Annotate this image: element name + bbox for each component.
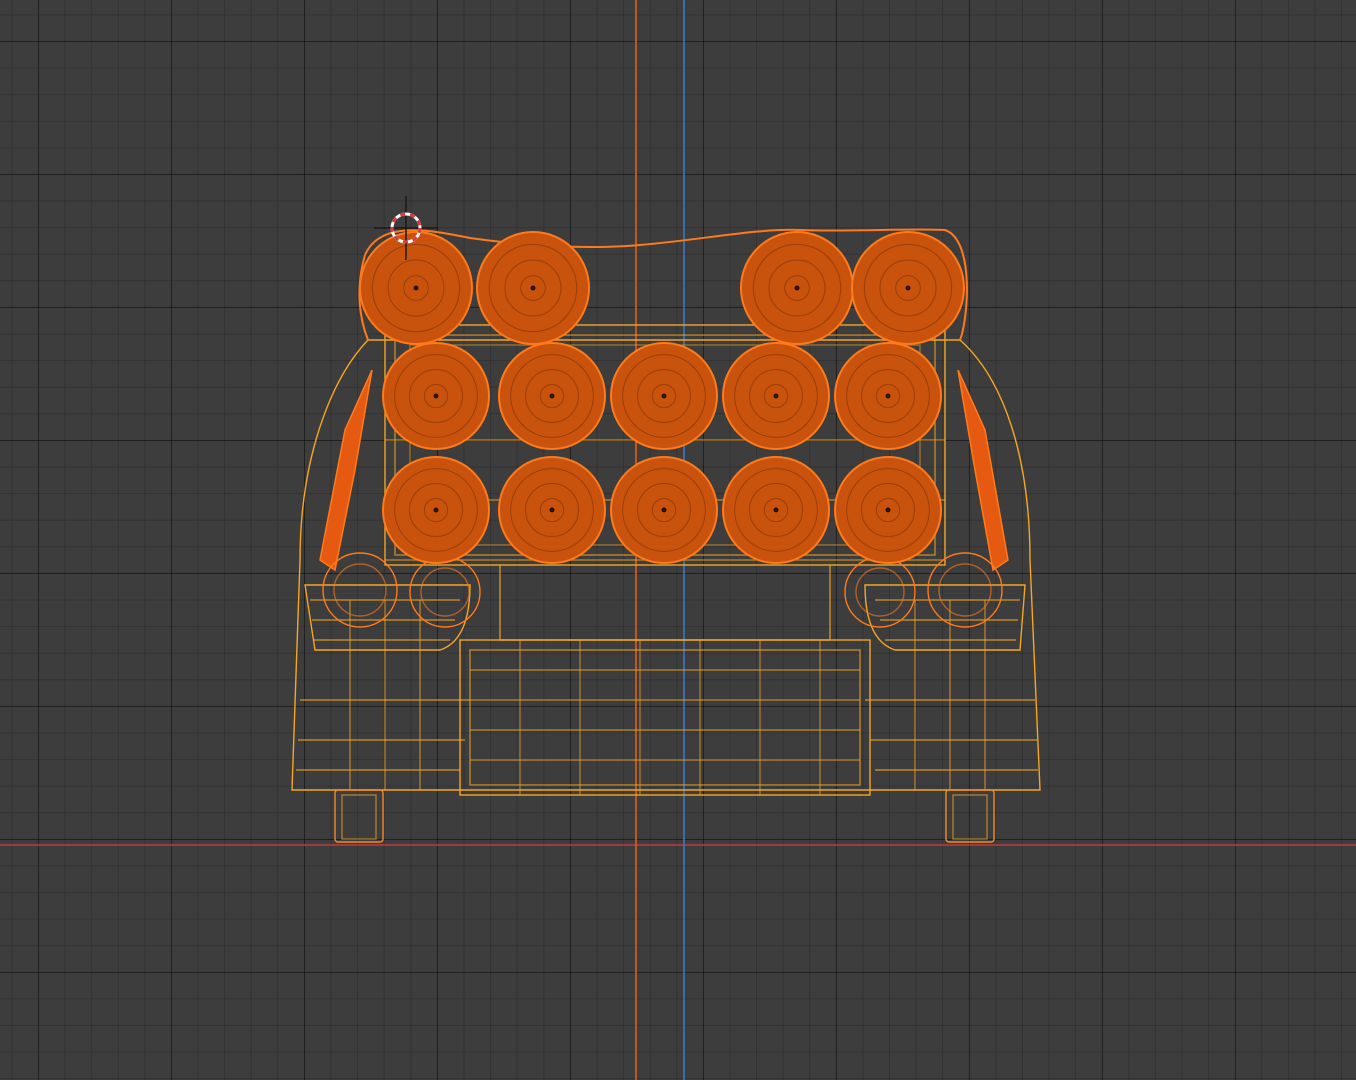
cushion-button[interactable] [382, 456, 490, 564]
cushion-button[interactable] [498, 342, 606, 450]
left-side-panel[interactable] [319, 369, 373, 572]
cushion-button[interactable] [476, 231, 590, 345]
cushion-button[interactable] [834, 456, 942, 564]
armrest-balls [322, 552, 1003, 628]
cushion-buttons[interactable] [359, 231, 965, 564]
cushion-button[interactable] [610, 342, 718, 450]
cushion-button[interactable] [722, 456, 830, 564]
3d-viewport[interactable] [0, 0, 1356, 1080]
cushion-button[interactable] [359, 231, 473, 345]
cushion-button[interactable] [722, 342, 830, 450]
right-side-panel[interactable] [957, 369, 1009, 572]
cushion-button[interactable] [851, 231, 965, 345]
cushion-button[interactable] [610, 456, 718, 564]
seat-front [459, 639, 871, 796]
cushion-button[interactable] [740, 231, 854, 345]
cushion-button[interactable] [834, 342, 942, 450]
cushion-button[interactable] [498, 456, 606, 564]
viewport-scene[interactable] [0, 0, 1356, 1080]
cushion-button[interactable] [382, 342, 490, 450]
